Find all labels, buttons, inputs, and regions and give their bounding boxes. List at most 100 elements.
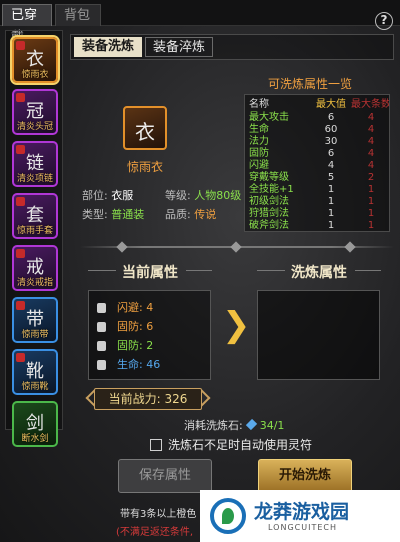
attr-text: 固防: 6 bbox=[117, 320, 154, 333]
info-level: 等级: 人物80级 bbox=[165, 187, 241, 203]
attr-list-header: 名称 最大值 最大条数 bbox=[249, 99, 389, 110]
slot-item-4[interactable]: 戒 清炎戒指 bbox=[12, 245, 58, 291]
header-extra: 最大条数 bbox=[351, 99, 390, 110]
equipment-icon[interactable]: 衣 bbox=[123, 106, 167, 150]
info-quality: 品质: 传说 bbox=[165, 206, 216, 222]
table-row: 破斧剑法 1 1 bbox=[249, 220, 389, 231]
attr-name: 生命 bbox=[249, 124, 269, 135]
divider-ornament bbox=[116, 241, 128, 253]
auto-use-option[interactable]: 洗炼石不足时自动使用灵符 bbox=[150, 436, 312, 453]
info-slot-value: 衣服 bbox=[111, 189, 134, 202]
attr-list-title: 可洗炼属性一览 bbox=[268, 77, 353, 91]
slot-item-7[interactable]: 剑 断水剑 bbox=[12, 401, 58, 447]
tab-equipment-quench[interactable]: 装备淬炼 bbox=[145, 37, 213, 57]
slot-item-3[interactable]: 套 惊雨手套 bbox=[12, 193, 58, 239]
attr-list-table[interactable]: 名称 最大值 最大条数 最大攻击 6 4 生命 60 4 法力 30 4 固防 … bbox=[244, 94, 390, 232]
top-tab-bar: 已穿戴 背包 bbox=[0, 0, 400, 45]
combat-power: 当前战力: 326 bbox=[94, 388, 202, 410]
attr-max: 6 bbox=[327, 112, 335, 123]
divider-ornament bbox=[344, 241, 356, 253]
attr-max: 60 bbox=[324, 124, 338, 135]
game-screen: 已穿戴 背包 ? 衣 惊雨衣 冠 清炎头冠 链 清炎项链 套 惊雨手套 戒 清炎… bbox=[0, 0, 400, 542]
lock-icon[interactable] bbox=[97, 341, 106, 351]
lock-icon[interactable] bbox=[97, 303, 106, 313]
slot-item-2[interactable]: 链 清炎项链 bbox=[12, 141, 58, 187]
slot-item-label: 清炎头冠 bbox=[16, 122, 53, 132]
info-quality-label: 品质: bbox=[165, 208, 191, 221]
watermark-logo-icon bbox=[210, 498, 246, 534]
attr-extra: 4 bbox=[367, 136, 375, 147]
divider-ornament bbox=[230, 241, 242, 253]
hint-text: 带有3条以上橙色 bbox=[120, 509, 197, 520]
slot-item-0[interactable]: 衣 惊雨衣 bbox=[12, 37, 58, 83]
table-row: 最大攻击 6 4 bbox=[249, 112, 389, 123]
lock-icon[interactable] bbox=[97, 360, 106, 370]
attr-extra: 4 bbox=[367, 124, 375, 135]
slot-item-label: 惊雨带 bbox=[21, 330, 49, 340]
new-attr-title: 洗炼属性 bbox=[291, 265, 347, 281]
cost-label: 消耗洗炼石: bbox=[184, 419, 243, 432]
attr-name: 破斧剑法 bbox=[249, 220, 289, 231]
info-type-label: 类型: bbox=[82, 208, 108, 221]
table-row: 穿戴等级 5 2 bbox=[249, 172, 389, 183]
wash-stone-icon bbox=[245, 418, 257, 431]
tab-bag[interactable]: 背包 bbox=[55, 4, 101, 26]
attr-extra: 4 bbox=[367, 112, 375, 123]
attr-text: 固防: 2 bbox=[117, 339, 154, 352]
attr-name: 全技能+1 bbox=[249, 184, 294, 195]
info-level-label: 等级: bbox=[165, 189, 191, 202]
current-attr-title: 当前属性 bbox=[122, 265, 178, 281]
attr-max: 1 bbox=[327, 208, 335, 219]
info-quality-value: 传说 bbox=[194, 208, 217, 221]
table-row: 狩猎剑法 1 1 bbox=[249, 208, 389, 219]
info-slot: 部位: 衣服 bbox=[82, 187, 133, 203]
lock-icon[interactable] bbox=[97, 322, 106, 332]
attr-name: 固防 bbox=[249, 148, 269, 159]
attr-max: 1 bbox=[327, 184, 335, 195]
slot-item-5[interactable]: 带 惊雨带 bbox=[12, 297, 58, 343]
attr-extra: 2 bbox=[367, 172, 375, 183]
save-attr-button[interactable]: 保存属性 bbox=[118, 459, 212, 493]
slot-item-label: 清炎戒指 bbox=[16, 278, 53, 288]
watermark-subtitle: LONGCUITECH bbox=[268, 523, 337, 532]
attr-extra: 1 bbox=[367, 184, 375, 195]
slot-item-label: 惊雨靴 bbox=[21, 382, 49, 392]
attr-max: 30 bbox=[324, 136, 338, 147]
help-icon[interactable]: ? bbox=[375, 12, 393, 30]
slot-item-label: 惊雨衣 bbox=[21, 70, 49, 80]
table-row: 初级剑法 1 1 bbox=[249, 196, 389, 207]
robe-icon: 衣 bbox=[135, 120, 155, 144]
attr-max: 1 bbox=[327, 220, 335, 231]
slot-item-label: 断水剑 bbox=[21, 434, 49, 444]
equipment-name: 惊雨衣 bbox=[126, 160, 163, 174]
tab-equipment-wash[interactable]: 装备洗炼 bbox=[74, 37, 142, 57]
tab-equipped[interactable]: 已穿戴 bbox=[2, 4, 52, 45]
info-slot-label: 部位: bbox=[82, 189, 108, 202]
watermark: 龙莽游戏园 LONGCUITECH bbox=[200, 490, 400, 542]
warning-text: (不满足返还条件, bbox=[116, 527, 194, 538]
table-row: 固防 6 4 bbox=[249, 148, 389, 159]
new-attr-box bbox=[257, 290, 380, 380]
auto-use-checkbox[interactable] bbox=[150, 439, 162, 451]
table-row: 生命 60 4 bbox=[249, 124, 389, 135]
header-name: 名称 bbox=[249, 99, 269, 110]
current-attr-box: 闪避: 4 固防: 6 固防: 2 生命: 46 bbox=[88, 290, 211, 380]
attr-name: 闪避 bbox=[249, 160, 269, 171]
title-rule bbox=[355, 270, 381, 271]
title-rule bbox=[186, 270, 212, 271]
attr-extra: 1 bbox=[367, 208, 375, 219]
title-rule bbox=[88, 270, 116, 271]
cost-count: 34/1 bbox=[259, 419, 285, 432]
attr-max: 4 bbox=[327, 160, 335, 171]
slot-item-1[interactable]: 冠 清炎头冠 bbox=[12, 89, 58, 135]
attr-max: 5 bbox=[327, 172, 335, 183]
attr-name: 狩猎剑法 bbox=[249, 208, 289, 219]
equipment-slot-column: 衣 惊雨衣 冠 清炎头冠 链 清炎项链 套 惊雨手套 戒 清炎戒指 带 惊雨带 bbox=[5, 30, 63, 447]
chevron-right-icon: ❯ bbox=[222, 305, 251, 345]
info-type-value: 普通装 bbox=[111, 208, 145, 221]
start-wash-button[interactable]: 开始洗炼 bbox=[258, 459, 352, 493]
auto-use-label: 洗炼石不足时自动使用灵符 bbox=[168, 438, 313, 452]
attr-extra: 1 bbox=[367, 196, 375, 207]
slot-item-6[interactable]: 靴 惊雨靴 bbox=[12, 349, 58, 395]
attr-max: 1 bbox=[327, 196, 335, 207]
